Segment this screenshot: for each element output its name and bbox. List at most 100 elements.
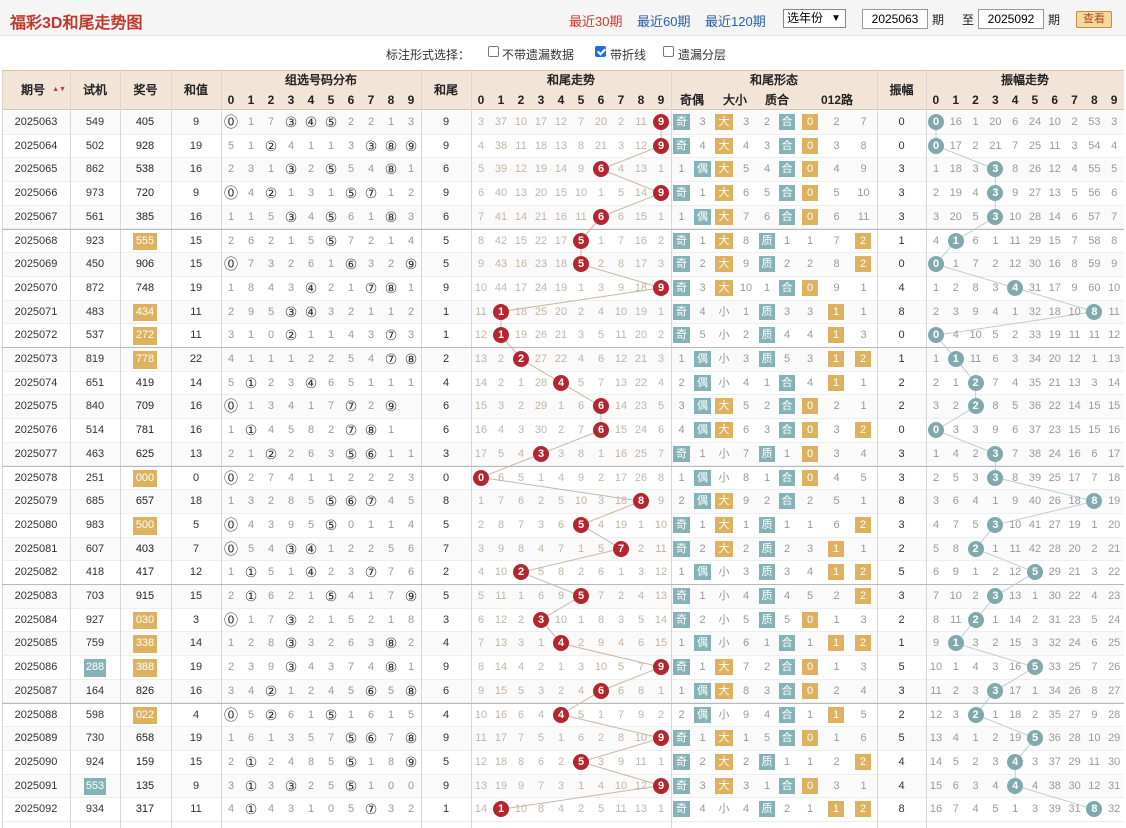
dist-cell: ⑤ xyxy=(324,493,338,510)
tail-cell: 6 xyxy=(442,210,450,223)
dist-cell: 1 xyxy=(367,755,375,768)
tail-trend-cell: 1 xyxy=(577,281,585,294)
amp-trend-cell: 17 xyxy=(1068,471,1081,484)
tail-trend-cell: 16 xyxy=(514,258,528,271)
amp-trend-cell: 15 xyxy=(1009,637,1022,650)
form-cell: 6 xyxy=(860,732,867,745)
form-cell: 2 xyxy=(699,613,706,626)
road-tag: 0 xyxy=(802,469,818,486)
dist-cell: ⓪ xyxy=(224,185,238,202)
road-tag: 1 xyxy=(828,540,844,557)
form-cell: 1 xyxy=(763,471,771,484)
trial-cell: 607 xyxy=(85,542,105,555)
amp-trend-cell: 2 xyxy=(992,637,999,650)
dist-cell: 4 xyxy=(287,139,295,152)
amp-trend-cell: 1 xyxy=(992,495,999,508)
form-cell: 6 xyxy=(742,424,750,437)
amp-trend-cell: 14 xyxy=(1068,400,1081,413)
dist-cell: 1 xyxy=(327,613,335,626)
amp-trend-cell: 10 xyxy=(1088,732,1101,745)
form-cell: 3 xyxy=(763,424,771,437)
dist-cell: 8 xyxy=(287,495,295,508)
dist-cell: 3 xyxy=(327,305,335,318)
road-tag: 1 xyxy=(828,351,844,367)
form-cell: 1 xyxy=(806,518,814,531)
form-tag: 合 xyxy=(779,777,795,794)
form-tag: 质 xyxy=(759,303,775,320)
trial-cell: 502 xyxy=(85,139,105,152)
amp-trend-cell: 13 xyxy=(1009,590,1022,602)
amp-trend-cell: 2 xyxy=(992,258,999,271)
form-cell: 小 xyxy=(718,471,730,484)
tail-trend-cell: 1 xyxy=(617,566,625,579)
dist-cell: ⓪ xyxy=(224,114,238,130)
form-tag: 奇 xyxy=(673,730,690,747)
road-tag: 2 xyxy=(855,232,871,249)
amp-trend-cell: 6 xyxy=(952,779,959,792)
dist-cell: ③ xyxy=(284,161,298,178)
digit-header: 0 xyxy=(932,93,940,107)
amp-ball: 8 xyxy=(1086,493,1103,510)
amp-trend-cell: 9 xyxy=(952,566,959,579)
amp-trend-cell: 2 xyxy=(1091,542,1098,555)
form-tag: 合 xyxy=(779,469,795,486)
tail-trend-cell: 1 xyxy=(557,661,565,674)
amp-trend-cell: 41 xyxy=(1028,518,1042,531)
form-cell: 7 xyxy=(742,661,750,674)
tail-trend-cell: 2 xyxy=(577,566,585,579)
tail-trend-cell: 4 xyxy=(597,518,605,531)
form-tag: 大 xyxy=(715,730,733,747)
amp-trend-cell: 2 xyxy=(972,447,979,460)
form-cell: 8 xyxy=(742,471,750,484)
form-cell: 小 xyxy=(718,708,730,721)
amp-trend-cell: 10 xyxy=(1108,281,1121,294)
tail-trend-cell: 30 xyxy=(534,424,548,437)
tail-trend-cell: 15 xyxy=(494,684,508,697)
tail-trend-cell: 3 xyxy=(597,755,605,768)
tail-trend-cell: 4 xyxy=(497,424,505,437)
form-tag: 合 xyxy=(779,279,795,296)
form-cell: 3 xyxy=(742,116,750,128)
dist-cell: 3 xyxy=(367,258,375,271)
tail-trend-cell: 8 xyxy=(497,518,505,531)
amp-trend-cell: 59 xyxy=(1088,258,1101,271)
tail-ball: 1 xyxy=(493,303,509,320)
form-tag: 偶 xyxy=(694,635,711,652)
dist-cell: 2 xyxy=(267,495,275,508)
tail-trend-cell: 4 xyxy=(597,779,605,792)
tail-cell: 9 xyxy=(442,281,450,294)
prize-cell: 720 xyxy=(135,187,155,200)
tail-trend-cell: 9 xyxy=(577,163,585,176)
amp-cell: 3 xyxy=(898,187,905,200)
form-tag: 奇 xyxy=(673,279,690,296)
sum-cell: 0 xyxy=(192,471,200,484)
form-cell: 5 xyxy=(833,495,840,508)
amp-cell: 2 xyxy=(898,613,905,626)
sum-cell: 9 xyxy=(192,116,200,128)
amp-ball: 4 xyxy=(1007,279,1024,296)
form-tag: 大 xyxy=(715,279,733,296)
sum-cell: 15 xyxy=(189,590,203,602)
dist-cell: ① xyxy=(244,777,258,794)
dist-cell: 7 xyxy=(327,732,335,745)
form-cell: 4 xyxy=(699,139,706,152)
amp-trend-cell: 1 xyxy=(932,353,940,365)
form-cell: 2 xyxy=(833,684,840,697)
amp-ball: 3 xyxy=(987,588,1004,604)
tail-trend-cell: 13 xyxy=(634,803,648,816)
tail-trend-cell: 3 xyxy=(557,779,565,792)
dist-cell: 4 xyxy=(327,684,335,697)
digit-header: 7 xyxy=(617,93,625,107)
amp-trend-cell: 35 xyxy=(1028,376,1042,389)
dist-cell: 5 xyxy=(347,163,355,176)
form-tag: 质 xyxy=(759,351,775,367)
form-cell: 4 xyxy=(783,590,791,602)
period-cell: 2025065 xyxy=(14,163,58,176)
dist-cell: 2 xyxy=(387,258,395,271)
dist-cell: ④ xyxy=(304,564,318,581)
tail-trend-cell: 12 xyxy=(614,353,628,365)
dist-cell: 3 xyxy=(307,187,315,200)
amp-trend-cell: 9 xyxy=(972,305,979,318)
prize-cell: 272 xyxy=(133,327,157,345)
amp-trend-cell: 3 xyxy=(1031,755,1039,768)
